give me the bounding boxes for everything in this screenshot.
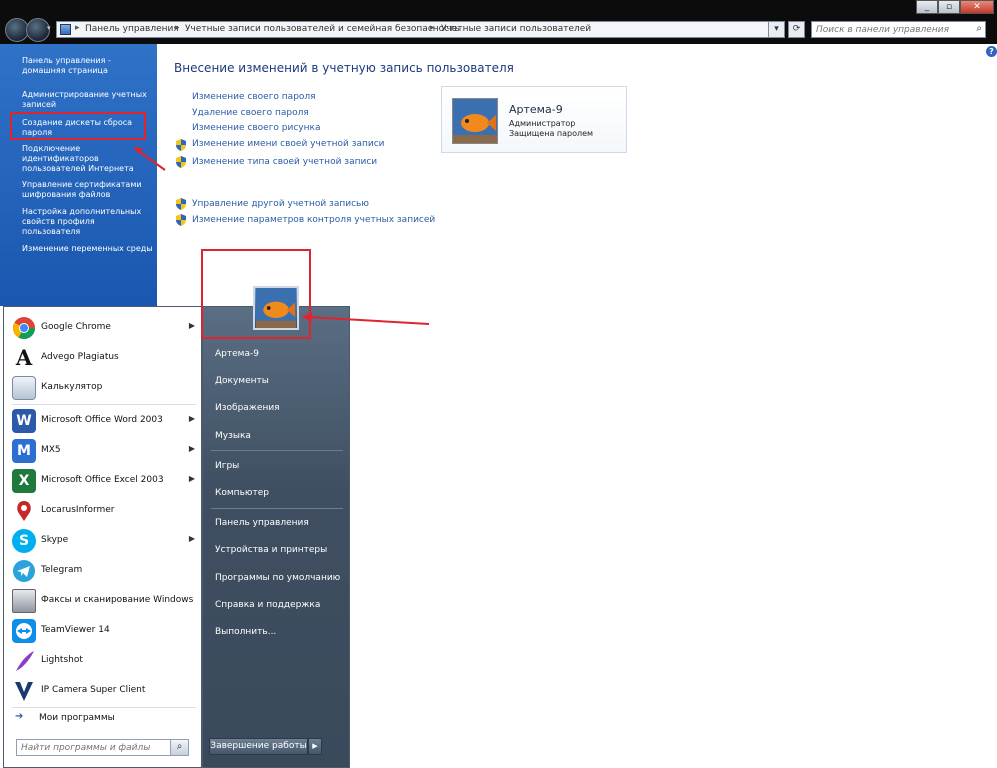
annotation-arrows xyxy=(133,147,430,325)
